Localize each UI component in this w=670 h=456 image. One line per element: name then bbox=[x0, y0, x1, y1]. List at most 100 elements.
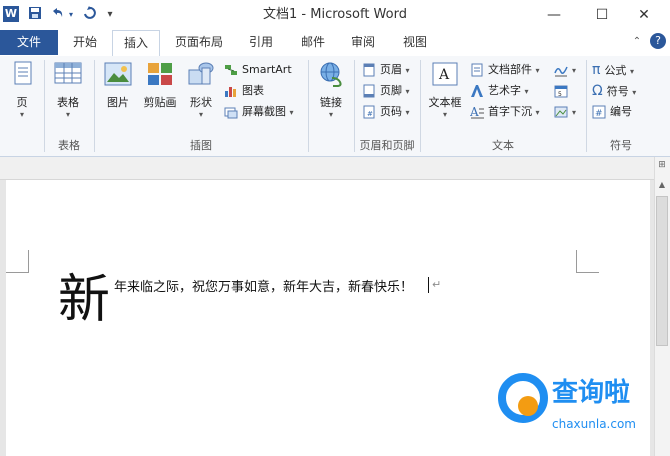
smartart-button[interactable]: SmartArt bbox=[224, 60, 292, 80]
footer-label: 页脚 bbox=[380, 84, 402, 97]
customize-quick-access-icon[interactable]: ▾ bbox=[104, 6, 116, 24]
page-number-icon: # bbox=[362, 105, 376, 119]
dropcap-icon: A bbox=[469, 105, 484, 119]
scrollbar-thumb[interactable] bbox=[656, 196, 668, 346]
clipart-label: 剪贴画 bbox=[143, 96, 177, 109]
chevron-down-icon: ▾ bbox=[19, 110, 24, 119]
tab-review[interactable]: 审阅 bbox=[342, 30, 384, 55]
undo-dropdown-icon[interactable]: ▾ bbox=[66, 6, 76, 24]
svg-text:A: A bbox=[470, 105, 479, 119]
chart-label: 图表 bbox=[242, 84, 264, 97]
clipart-button[interactable]: 剪贴画 bbox=[140, 60, 180, 110]
tab-page-layout[interactable]: 页面布局 bbox=[166, 30, 232, 55]
chevron-down-icon: ▾ bbox=[442, 110, 447, 119]
tab-home[interactable]: 开始 bbox=[64, 30, 106, 55]
smartart-label: SmartArt bbox=[242, 63, 292, 76]
textbox-button[interactable]: A 文本框 ▾ bbox=[424, 60, 466, 119]
ruler-toggle-icon[interactable]: ⊞ bbox=[656, 160, 668, 174]
screenshot-button[interactable]: 屏幕截图 ▾ bbox=[224, 102, 294, 122]
minimize-ribbon-icon[interactable]: ⌃ bbox=[630, 34, 644, 50]
tab-references[interactable]: 引用 bbox=[240, 30, 282, 55]
tab-mailings[interactable]: 邮件 bbox=[292, 30, 334, 55]
number-button[interactable]: # 编号 bbox=[592, 102, 632, 122]
footer-icon bbox=[362, 84, 376, 98]
dropcap-button[interactable]: A 首字下沉 ▾ bbox=[469, 102, 540, 122]
document-body-text[interactable]: 年来临之际，祝您万事如意，新年大吉，新春快乐！ bbox=[114, 276, 413, 295]
chart-icon bbox=[224, 84, 238, 98]
minimize-icon[interactable]: — bbox=[536, 0, 572, 30]
equation-button[interactable]: π 公式 ▾ bbox=[592, 60, 634, 80]
chevron-down-icon: ▾ bbox=[328, 110, 333, 119]
wordart-button[interactable]: 艺术字 ▾ bbox=[470, 81, 529, 101]
undo-icon[interactable] bbox=[48, 6, 66, 24]
pi-icon: π bbox=[592, 62, 601, 78]
redo-icon[interactable] bbox=[80, 6, 98, 24]
save-icon[interactable] bbox=[26, 6, 44, 24]
chart-button[interactable]: 图表 bbox=[224, 81, 264, 101]
svg-text:#: # bbox=[367, 110, 373, 118]
table-icon bbox=[53, 60, 83, 88]
smartart-icon bbox=[224, 63, 238, 77]
group-label-text: 文本 bbox=[492, 139, 514, 152]
footer-button[interactable]: 页脚 ▾ bbox=[362, 81, 410, 101]
margin-marker-right bbox=[576, 250, 599, 273]
drop-cap-character[interactable]: 新 bbox=[58, 270, 110, 330]
close-icon[interactable]: ✕ bbox=[626, 0, 662, 30]
page-number-label: 页码 bbox=[380, 105, 402, 118]
chevron-down-icon: ▾ bbox=[535, 66, 540, 75]
svg-text:#: # bbox=[595, 109, 603, 119]
symbol-button[interactable]: Ω 符号 ▾ bbox=[592, 81, 636, 101]
tab-insert[interactable]: 插入 bbox=[112, 30, 160, 57]
page-number-button[interactable]: # 页码 ▾ bbox=[362, 102, 410, 122]
quick-parts-button[interactable]: 文档部件 ▾ bbox=[470, 60, 540, 80]
equation-label: 公式 bbox=[604, 64, 627, 77]
chevron-down-icon: ▾ bbox=[572, 108, 577, 117]
chevron-down-icon: ▾ bbox=[572, 66, 577, 75]
maximize-icon[interactable]: ☐ bbox=[584, 0, 620, 30]
svg-text:5: 5 bbox=[558, 91, 562, 98]
calendar-icon: 5 bbox=[554, 84, 568, 98]
chevron-down-icon: ▾ bbox=[632, 88, 637, 97]
pages-button[interactable]: 页 ▾ bbox=[4, 60, 40, 119]
pages-label: 页 bbox=[16, 96, 28, 109]
chevron-down-icon: ▾ bbox=[289, 108, 294, 117]
group-label-header-footer: 页眉和页脚 bbox=[359, 139, 415, 152]
picture-button[interactable]: 图片 bbox=[98, 60, 138, 110]
word-app-icon[interactable]: W bbox=[3, 6, 19, 22]
quick-parts-icon bbox=[470, 63, 484, 77]
paragraph-mark-icon: ↵ bbox=[432, 278, 442, 291]
table-button[interactable]: 表格 ▾ bbox=[48, 60, 88, 119]
picture-icon bbox=[103, 60, 133, 88]
chevron-down-icon: ▾ bbox=[405, 66, 410, 75]
watermark-logo-dot-icon bbox=[518, 396, 538, 416]
object-button[interactable]: ▾ bbox=[554, 102, 576, 122]
chevron-down-icon: ▾ bbox=[405, 87, 410, 96]
signature-line-icon bbox=[554, 63, 568, 77]
chevron-down-icon: ▾ bbox=[198, 110, 203, 119]
svg-text:A: A bbox=[438, 67, 450, 83]
chevron-down-icon: ▾ bbox=[405, 108, 410, 117]
page-icon bbox=[7, 60, 37, 88]
tab-view[interactable]: 视图 bbox=[394, 30, 436, 55]
help-icon[interactable]: ? bbox=[650, 33, 666, 49]
number-label: 编号 bbox=[610, 105, 632, 118]
group-label-symbols: 符号 bbox=[610, 139, 632, 152]
screenshot-icon bbox=[224, 105, 238, 119]
dropcap-label: 首字下沉 bbox=[488, 105, 532, 118]
textbox-icon: A bbox=[430, 60, 460, 88]
signature-line-button[interactable]: ▾ bbox=[554, 60, 576, 80]
tab-file[interactable]: 文件 bbox=[0, 30, 58, 55]
shapes-button[interactable]: 形状 ▾ bbox=[182, 60, 220, 119]
shapes-label: 形状 bbox=[190, 96, 212, 109]
header-button[interactable]: 页眉 ▾ bbox=[362, 60, 410, 80]
date-time-button[interactable]: 5 bbox=[554, 81, 572, 101]
links-button[interactable]: 链接 ▾ bbox=[312, 60, 350, 119]
text-cursor bbox=[428, 277, 429, 293]
ruler bbox=[0, 157, 654, 180]
watermark-subtitle: chaxunla.com bbox=[552, 417, 636, 431]
group-label-illustrations: 插图 bbox=[190, 139, 212, 152]
scroll-up-icon[interactable]: ▲ bbox=[656, 180, 668, 192]
links-label: 链接 bbox=[320, 96, 342, 109]
header-label: 页眉 bbox=[380, 63, 402, 76]
number-icon: # bbox=[592, 105, 606, 119]
